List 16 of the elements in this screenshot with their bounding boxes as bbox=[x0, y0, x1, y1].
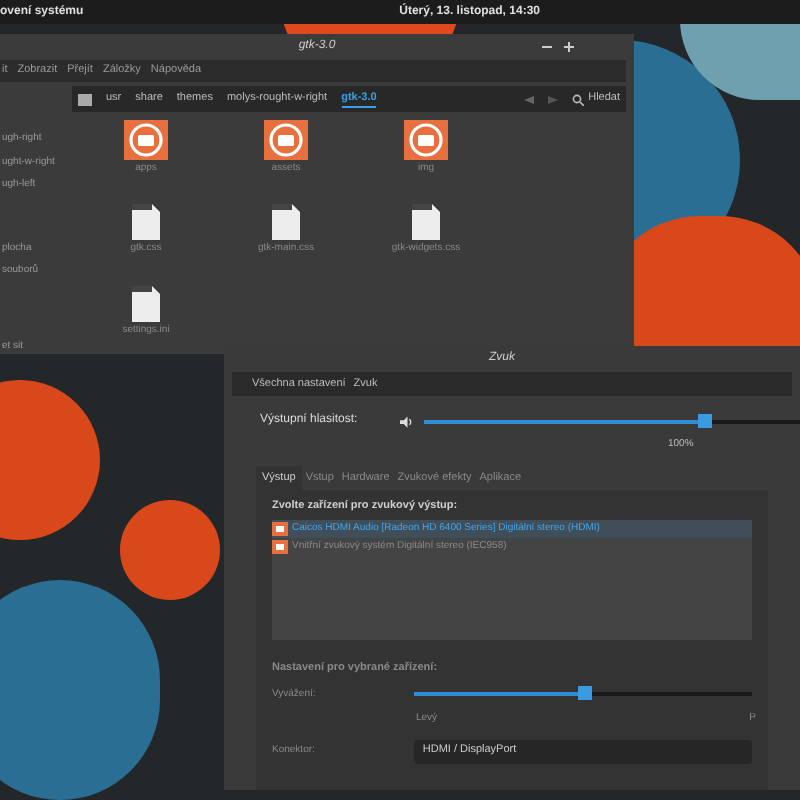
folder-icon bbox=[264, 120, 308, 160]
file-icon bbox=[272, 204, 300, 241]
search-icon bbox=[572, 93, 585, 106]
folder-icon bbox=[124, 120, 168, 160]
speaker-icon bbox=[399, 415, 413, 428]
slider-track[interactable] bbox=[414, 692, 752, 697]
file-icon bbox=[132, 204, 160, 241]
slider-track[interactable] bbox=[424, 419, 800, 424]
drive-icon[interactable] bbox=[78, 93, 92, 106]
file-icon bbox=[132, 285, 160, 322]
slider-thumb[interactable] bbox=[578, 686, 593, 701]
slider-thumb[interactable] bbox=[698, 413, 713, 428]
folder-icon bbox=[404, 120, 448, 160]
file-icon bbox=[412, 204, 440, 241]
maximize-icon[interactable] bbox=[564, 41, 574, 52]
back-arrow-icon[interactable] bbox=[524, 95, 535, 104]
